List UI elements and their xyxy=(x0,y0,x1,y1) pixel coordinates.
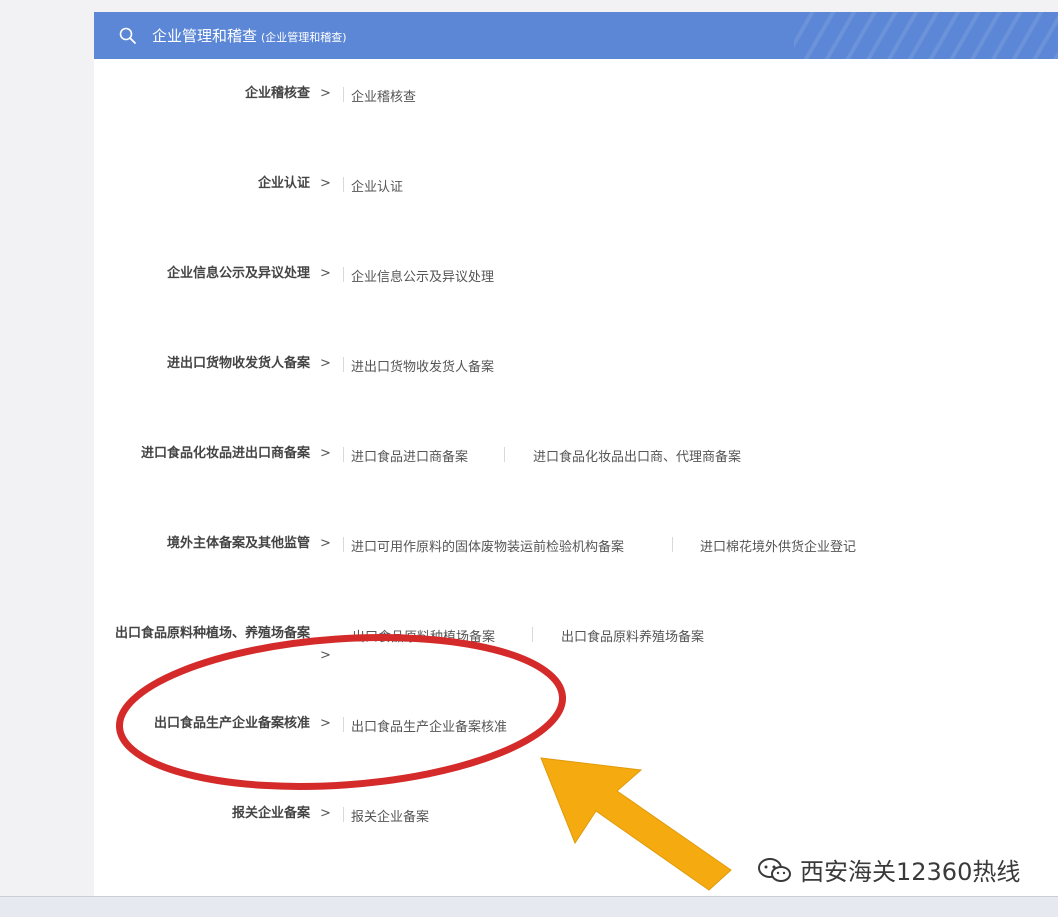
chevron-right-icon: > xyxy=(320,648,331,663)
chevron-right-icon: > xyxy=(320,86,331,101)
search-icon[interactable] xyxy=(118,26,138,46)
category-row: 进出口货物收发货人备案 > 进出口货物收发货人备案 xyxy=(94,344,1058,384)
chevron-right-icon: > xyxy=(320,266,331,281)
service-link[interactable]: 企业信息公示及异议处理 xyxy=(351,266,494,285)
category-row: 企业稽核查 > 企业稽核查 xyxy=(94,74,1058,114)
separator xyxy=(343,357,344,372)
service-link[interactable]: 报关企业备案 xyxy=(351,806,429,825)
category-row: 企业认证 > 企业认证 xyxy=(94,164,1058,204)
category-row: 报关企业备案 > 报关企业备案 xyxy=(94,794,1058,834)
separator xyxy=(343,807,344,822)
category-label: 报关企业备案 xyxy=(231,806,310,821)
separator xyxy=(343,447,344,462)
category-label: 企业认证 xyxy=(257,176,310,191)
separator xyxy=(343,177,344,192)
chevron-right-icon: > xyxy=(320,446,331,461)
service-link[interactable]: 进口可用作原料的固体废物装运前检验机构备案 xyxy=(351,536,624,555)
category-label: 境外主体备案及其他监管 xyxy=(166,536,310,551)
category-label: 出口食品原料种植场、养殖场备案 xyxy=(114,626,310,641)
section-title: 企业管理和稽查 (企业管理和稽查) xyxy=(152,25,347,46)
content-panel: 企业管理和稽查 (企业管理和稽查) 企业稽核查 > 企业稽核查 企业认证 > 企业… xyxy=(94,12,1058,896)
service-link[interactable]: 出口食品原料养殖场备案 xyxy=(561,626,704,645)
status-bar xyxy=(0,896,1058,917)
category-row: 出口食品原料种植场、养殖场备案 > 出口食品原料种植场备案 出口食品原料养殖场备… xyxy=(94,614,1058,674)
separator xyxy=(343,717,344,732)
category-label: 出口食品生产企业备案核准 xyxy=(153,716,310,731)
wechat-icon xyxy=(758,858,791,882)
watermark-text: 西安海关12360热线 xyxy=(800,858,1021,886)
separator xyxy=(672,537,673,552)
category-row: 企业信息公示及异议处理 > 企业信息公示及异议处理 xyxy=(94,254,1058,294)
service-link[interactable]: 企业认证 xyxy=(351,176,403,195)
service-link[interactable]: 进口棉花境外供货企业登记 xyxy=(700,536,856,555)
category-label: 企业信息公示及异议处理 xyxy=(166,266,310,281)
category-row: 进口食品化妆品进出口商备案 > 进口食品进口商备案 进口食品化妆品出口商、代理商… xyxy=(94,434,1058,474)
separator xyxy=(504,447,505,462)
separator xyxy=(343,267,344,282)
category-label: 企业稽核查 xyxy=(244,86,310,101)
separator xyxy=(532,627,533,642)
header-decoration xyxy=(794,12,1058,59)
category-row: 出口食品生产企业备案核准 > 出口食品生产企业备案核准 xyxy=(94,704,1058,744)
service-link[interactable]: 出口食品生产企业备案核准 xyxy=(351,716,507,735)
service-link[interactable]: 进出口货物收发货人备案 xyxy=(351,356,494,375)
section-header: 企业管理和稽查 (企业管理和稽查) xyxy=(94,12,1058,59)
category-label: 进出口货物收发货人备案 xyxy=(166,356,310,371)
service-link[interactable]: 进口食品进口商备案 xyxy=(351,446,468,465)
category-row: 境外主体备案及其他监管 > 进口可用作原料的固体废物装运前检验机构备案 进口棉花… xyxy=(94,524,1058,564)
chevron-right-icon: > xyxy=(320,716,331,731)
chevron-right-icon: > xyxy=(320,356,331,371)
category-label: 进口食品化妆品进出口商备案 xyxy=(140,446,310,461)
service-link[interactable]: 企业稽核查 xyxy=(351,86,416,105)
section-subtitle: (企业管理和稽查) xyxy=(261,31,347,44)
service-link[interactable]: 出口食品原料种植场备案 xyxy=(352,626,495,645)
separator xyxy=(343,87,344,102)
separator xyxy=(343,537,344,552)
section-title-text: 企业管理和稽查 xyxy=(152,27,258,45)
chevron-right-icon: > xyxy=(320,536,331,551)
chevron-right-icon: > xyxy=(320,176,331,191)
service-link[interactable]: 进口食品化妆品出口商、代理商备案 xyxy=(533,446,741,465)
chevron-right-icon: > xyxy=(320,806,331,821)
